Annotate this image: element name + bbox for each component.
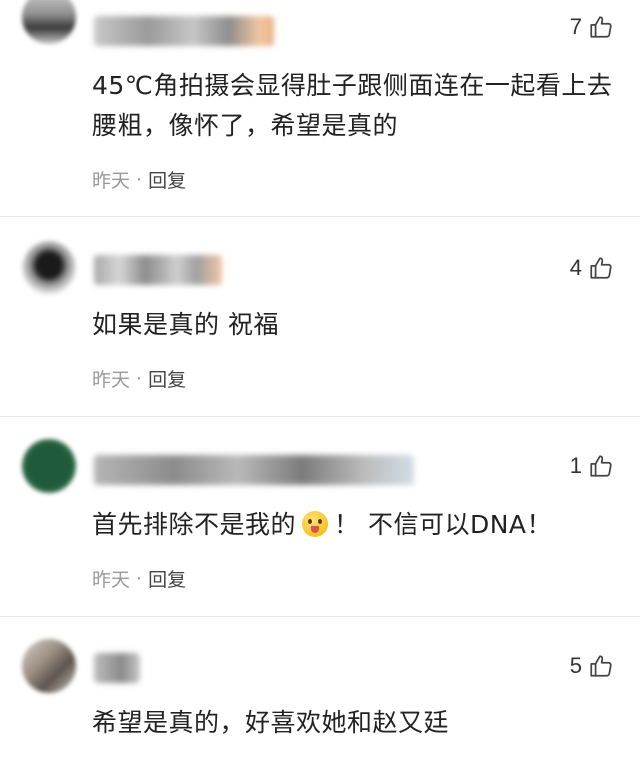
separator-dot: · <box>136 367 143 390</box>
like-button[interactable]: 4 <box>570 255 614 281</box>
username[interactable] <box>94 255 222 285</box>
reply-button[interactable]: 回复 <box>148 365 186 392</box>
comment-meta: 昨天 · 回复 <box>92 166 186 193</box>
like-count: 4 <box>569 255 582 280</box>
reply-button[interactable]: 回复 <box>148 166 186 193</box>
thumbs-up-icon <box>590 655 612 677</box>
username[interactable] <box>94 455 414 485</box>
like-count: 5 <box>569 653 582 678</box>
thumbs-up-icon <box>590 16 612 38</box>
comment-time: 昨天 <box>92 170 131 192</box>
like-button[interactable]: 7 <box>570 14 614 40</box>
avatar[interactable] <box>22 0 76 44</box>
comment-text: 首先排除不是我的 ！ 不信可以DNA！ <box>92 505 622 545</box>
comment-text: 45℃角拍摄会显得肚子跟侧面连在一起看上去腰粗，像怀了，希望是真的 <box>92 71 613 140</box>
thumbs-up-icon <box>590 455 612 477</box>
comment-item: 1 首先排除不是我的 ！ 不信可以DNA！ 昨天 · 回复 <box>0 417 640 617</box>
comment-item: 5 希望是真的，好喜欢她和赵又廷 <box>0 617 640 759</box>
tongue-out-emoji-icon <box>302 511 329 537</box>
comment-meta: 昨天 · 回复 <box>92 365 186 392</box>
username[interactable] <box>94 16 274 46</box>
username[interactable] <box>94 653 140 683</box>
avatar[interactable] <box>22 639 76 693</box>
like-count: 7 <box>569 14 582 39</box>
separator-dot: · <box>136 168 143 191</box>
comment-text: 如果是真的 祝福 <box>92 310 279 339</box>
reply-button[interactable]: 回复 <box>148 565 186 592</box>
comment-item: 4 如果是真的 祝福 昨天 · 回复 <box>0 217 640 417</box>
separator-dot: · <box>136 567 143 590</box>
like-count: 1 <box>569 453 582 478</box>
comment-time: 昨天 <box>92 369 131 391</box>
comment-text-part: 首先排除不是我的 <box>92 510 297 539</box>
comment-text-part: ！ 不信可以DNA！ <box>334 510 553 539</box>
comment-list: 7 45℃角拍摄会显得肚子跟侧面连在一起看上去腰粗，像怀了，希望是真的 昨天 ·… <box>0 0 640 759</box>
comment-text: 希望是真的，好喜欢她和赵又廷 <box>92 708 450 737</box>
comment-time: 昨天 <box>92 569 131 591</box>
like-button[interactable]: 1 <box>570 453 614 479</box>
avatar[interactable] <box>22 439 76 493</box>
like-button[interactable]: 5 <box>570 653 614 679</box>
thumbs-up-icon <box>590 257 612 279</box>
comment-item: 7 45℃角拍摄会显得肚子跟侧面连在一起看上去腰粗，像怀了，希望是真的 昨天 ·… <box>0 0 640 210</box>
comment-meta: 昨天 · 回复 <box>92 565 186 592</box>
avatar[interactable] <box>22 241 76 295</box>
